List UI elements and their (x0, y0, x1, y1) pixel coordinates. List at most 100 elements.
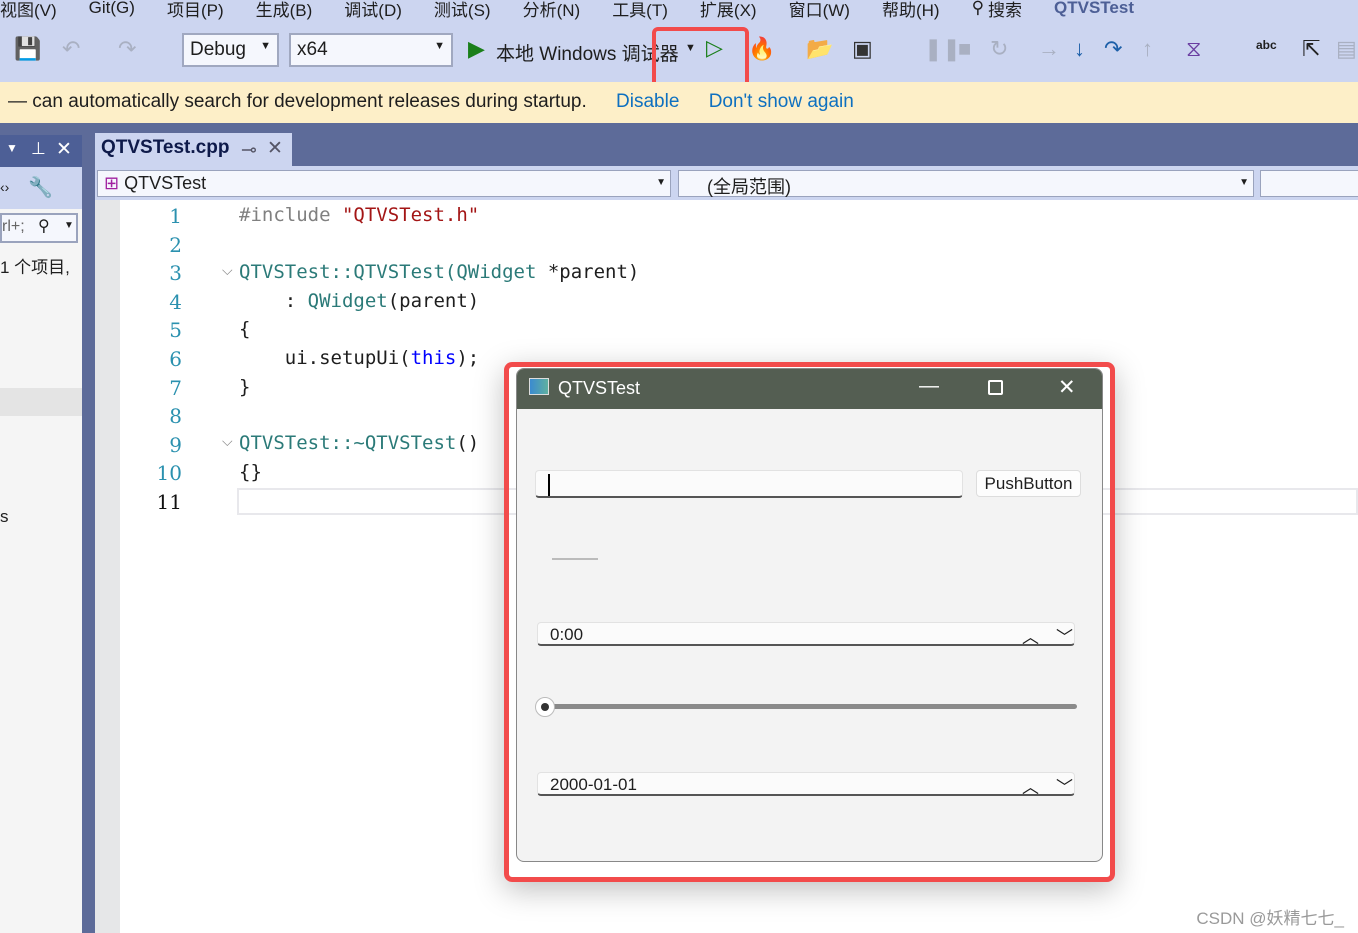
stop-icon[interactable]: ■ (958, 36, 971, 62)
dont-show-again-link[interactable]: Don't show again (709, 91, 854, 112)
panel-toolbar: ‹› 🔧 rl+; ⚲ ▼ (0, 167, 82, 243)
navigation-bar: ⊞ QTVSTest ▼ (全局范围) ▼ (95, 166, 1358, 200)
search-icon[interactable]: ⚲ (956, 0, 988, 18)
code-line-5: { (239, 318, 251, 340)
project-scope-value: QTVSTest (124, 173, 207, 193)
tree-item-fragment[interactable]: s (0, 507, 9, 527)
platform-value: x64 (297, 39, 328, 60)
line-number: 3 (169, 261, 182, 286)
line-number: 5 (169, 318, 182, 343)
line-number: 1 (169, 204, 182, 228)
step-out-icon[interactable]: ↑ (1142, 36, 1153, 62)
window-title-bar[interactable]: QTVSTest — ✕ (517, 369, 1102, 409)
wrench-icon[interactable]: 🔧 (28, 175, 53, 200)
line-edit[interactable] (535, 470, 963, 498)
code-line-10: {} (239, 461, 262, 483)
window-title: QTVSTest (558, 378, 641, 398)
chevron-down-icon: ▼ (434, 40, 445, 52)
chevron-down-icon: ▼ (656, 177, 666, 188)
project-scope-select[interactable]: ⊞ QTVSTest ▼ (97, 170, 671, 197)
menu-view[interactable]: 视图(V) (0, 0, 73, 21)
pause-icon[interactable]: ❚❚ (924, 36, 961, 62)
folder-search-icon[interactable]: 📂 (806, 36, 833, 62)
configuration-select[interactable]: Debug ▼ (182, 33, 279, 67)
dna-icon[interactable]: ⧖ (1186, 36, 1201, 62)
play-icon[interactable]: ▶ (468, 36, 485, 62)
menu-test[interactable]: 测试(S) (418, 0, 507, 21)
hot-reload-icon[interactable]: 🔥 (748, 36, 775, 62)
search-input[interactable]: rl+; ⚲ ▼ (0, 213, 78, 243)
chevron-down-icon[interactable]: ▼ (64, 220, 74, 231)
chevron-down-icon[interactable]: ▼ (6, 141, 18, 155)
menu-git[interactable]: Git(G) (73, 0, 151, 18)
line-number: 2 (169, 232, 182, 257)
search-hint: rl+; (2, 218, 25, 235)
code-line-4: : QWidget(parent) (239, 290, 480, 312)
menu-help[interactable]: 帮助(H) (866, 0, 956, 21)
slider-track[interactable] (547, 704, 1077, 709)
code-line-7: } (239, 376, 251, 398)
menu-extensions[interactable]: 扩展(X) (684, 0, 773, 21)
selected-row[interactable] (0, 388, 82, 416)
chevron-down-icon: ▼ (1239, 177, 1249, 188)
label-placeholder (552, 558, 598, 560)
time-edit[interactable]: 0:00 ︿ ﹀ (537, 622, 1075, 648)
menu-tools[interactable]: 工具(T) (596, 0, 684, 21)
fold-icon[interactable]: ⌵ (222, 433, 233, 450)
show-next-statement-icon[interactable]: → (1038, 36, 1060, 62)
redo-icon[interactable]: ↷ (118, 36, 136, 62)
panel-header: ▼ ⊥ ✕ (0, 135, 82, 167)
comment-icon[interactable]: ▤ (1336, 36, 1357, 62)
code-line-1: #include "QTVSTest.h" (239, 204, 480, 226)
pin-icon[interactable]: ⊥ (31, 139, 46, 159)
menu-debug[interactable]: 调试(D) (328, 0, 418, 21)
spin-up-icon[interactable]: ︿ (1022, 773, 1039, 798)
spellcheck-icon[interactable]: abc (1256, 38, 1277, 52)
disable-link[interactable]: Disable (616, 91, 679, 112)
menu-window[interactable]: 窗口(W) (773, 0, 866, 21)
close-icon[interactable]: ✕ (1058, 375, 1076, 400)
line-number: 7 (169, 375, 182, 400)
tab-qtvstest-cpp[interactable]: QTVSTest.cpp ⊸ ✕ (95, 133, 292, 166)
slider-handle[interactable] (535, 697, 555, 717)
push-button[interactable]: PushButton (976, 470, 1081, 497)
date-edit[interactable]: 2000-01-01 ︿ ﹀ (537, 772, 1075, 798)
restart-icon[interactable]: ↻ (990, 36, 1008, 62)
platform-select[interactable]: x64 ▼ (289, 33, 453, 67)
menu-analyze[interactable]: 分析(N) (507, 0, 597, 21)
chevron-down-icon: ▼ (260, 40, 271, 52)
window-icon[interactable]: ▣ (852, 36, 873, 62)
spin-down-icon[interactable]: ﹀ (1056, 623, 1073, 648)
search-icon: ⚲ (38, 218, 50, 235)
project-icon: ⊞ (104, 173, 120, 193)
fold-icon[interactable]: ⌵ (222, 262, 233, 279)
global-scope-value: (全局范围) (707, 177, 791, 197)
code-icon[interactable]: ‹› (0, 179, 9, 195)
code-line-3: QTVSTest::QTVSTest(QWidget *parent) (239, 261, 640, 283)
global-scope-select[interactable]: (全局范围) ▼ (678, 170, 1254, 197)
text-cursor (548, 474, 550, 496)
line-number: 6 (169, 347, 182, 371)
spin-up-icon[interactable]: ︿ (1022, 623, 1039, 648)
maximize-icon[interactable] (988, 380, 1003, 395)
close-icon[interactable]: ✕ (56, 138, 72, 161)
search-button[interactable]: 搜索 (988, 0, 1038, 21)
menu-build[interactable]: 生成(B) (240, 0, 329, 21)
spin-down-icon[interactable]: ﹀ (1056, 773, 1073, 798)
undo-icon[interactable]: ↶ (62, 36, 80, 62)
menu-bar: 视图(V) Git(G) 项目(P) 生成(B) 调试(D) 测试(S) 分析(… (0, 0, 1358, 26)
pin-icon[interactable]: ⊸ (241, 139, 257, 162)
line-number: 4 (169, 289, 182, 314)
menu-project[interactable]: 项目(P) (151, 0, 240, 21)
step-over-icon[interactable]: ↷ (1104, 36, 1122, 62)
save-icon[interactable]: 💾 (14, 36, 41, 62)
items-count: 1 个项目, (0, 258, 70, 277)
step-into-icon[interactable]: ↓ (1074, 36, 1085, 62)
member-select[interactable] (1260, 170, 1358, 197)
tab-title: QTVSTest.cpp (101, 137, 230, 158)
cursor-icon[interactable]: ⇱ (1302, 36, 1320, 62)
watermark: CSDN @妖精七七_ (1196, 909, 1344, 928)
minimize-icon[interactable]: — (919, 375, 939, 398)
editor-gutter (95, 200, 120, 933)
close-icon[interactable]: ✕ (267, 137, 283, 160)
